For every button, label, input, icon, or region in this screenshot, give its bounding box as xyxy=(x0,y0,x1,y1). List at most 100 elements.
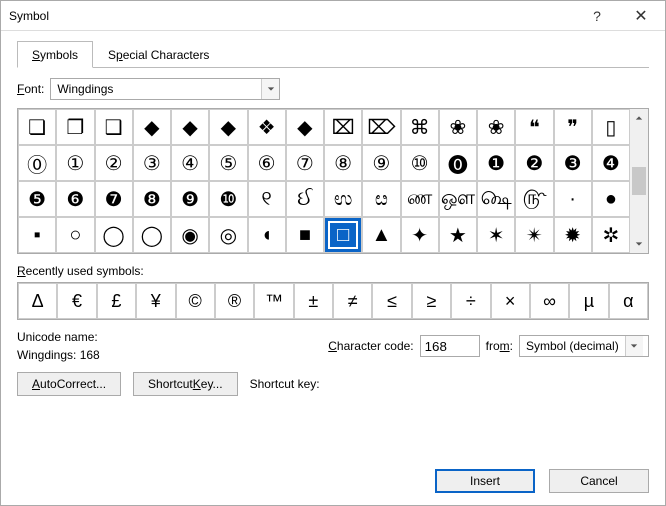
symbol-cell[interactable]: ▯ xyxy=(592,109,630,145)
symbol-cell[interactable]: ୧ xyxy=(248,181,286,217)
symbol-cell[interactable]: ❻ xyxy=(56,181,94,217)
symbol-cell[interactable]: ❼ xyxy=(95,181,133,217)
symbol-cell[interactable]: ❺ xyxy=(18,181,56,217)
recent-symbol-cell[interactable]: ± xyxy=(294,283,333,319)
symbol-cell[interactable]: ❿ xyxy=(209,181,247,217)
recent-symbol-cell[interactable]: © xyxy=(176,283,215,319)
symbol-cell[interactable]: ೞ xyxy=(362,181,400,217)
symbol-cell[interactable]: ○ xyxy=(56,217,94,253)
scroll-track[interactable] xyxy=(630,127,648,235)
scroll-up-icon[interactable] xyxy=(630,109,648,127)
charcode-input[interactable] xyxy=(420,335,480,357)
symbol-cell[interactable]: ① xyxy=(56,145,94,181)
tab-symbols[interactable]: Symbols xyxy=(17,41,93,68)
symbol-cell[interactable]: ◆ xyxy=(209,109,247,145)
symbol-cell[interactable]: ◉ xyxy=(171,217,209,253)
symbol-cell[interactable]: ■ xyxy=(286,217,324,253)
symbol-cell[interactable]: ✲ xyxy=(592,217,630,253)
shortcut-key-button[interactable]: Shortcut Key... xyxy=(133,372,238,396)
symbol-cell[interactable]: ⑤ xyxy=(209,145,247,181)
recent-symbol-cell[interactable]: € xyxy=(57,283,96,319)
symbol-cell[interactable]: ❝ xyxy=(515,109,553,145)
recent-symbol-cell[interactable]: Δ xyxy=(18,283,57,319)
symbol-cell[interactable]: ❑ xyxy=(95,109,133,145)
recent-symbol-cell[interactable]: ≥ xyxy=(412,283,451,319)
symbol-cell[interactable]: ⑩ xyxy=(401,145,439,181)
scroll-down-icon[interactable] xyxy=(630,235,648,253)
symbol-cell[interactable]: ❽ xyxy=(133,181,171,217)
recent-grid[interactable]: Δ€£¥©®™±≠≤≥÷×∞µα xyxy=(18,283,648,319)
symbol-cell[interactable]: ③ xyxy=(133,145,171,181)
recent-symbol-cell[interactable]: ¥ xyxy=(136,283,175,319)
recent-symbol-cell[interactable]: α xyxy=(609,283,648,319)
symbol-cell[interactable]: ◯ xyxy=(133,217,171,253)
symbol-cell[interactable]: ઈ xyxy=(286,181,324,217)
autocorrect-button[interactable]: AutoCorrect... xyxy=(17,372,121,396)
symbol-cell[interactable]: ⓪ xyxy=(18,145,56,181)
symbol-cell[interactable]: ❹ xyxy=(592,145,630,181)
symbol-cell[interactable]: ✦ xyxy=(401,217,439,253)
symbol-dialog: Symbol ? ✕ Symbols Special Characters Fo… xyxy=(0,0,666,506)
recent-symbol-cell[interactable]: µ xyxy=(569,283,608,319)
symbol-cell[interactable]: ❐ xyxy=(56,109,94,145)
recent-symbol-cell[interactable]: ≠ xyxy=(333,283,372,319)
symbol-cell[interactable]: ✶ xyxy=(477,217,515,253)
symbol-cell[interactable]: ⑨ xyxy=(362,145,400,181)
symbol-cell[interactable]: ❸ xyxy=(554,145,592,181)
recent-container: Δ€£¥©®™±≠≤≥÷×∞µα xyxy=(17,282,649,320)
scrollbar[interactable] xyxy=(630,109,648,253)
symbol-cell[interactable]: ④ xyxy=(171,145,209,181)
symbol-cell[interactable]: ⑦ xyxy=(286,145,324,181)
symbol-cell[interactable]: ❀ xyxy=(477,109,515,145)
symbol-cell[interactable]: ⌘ xyxy=(401,109,439,145)
symbol-cell[interactable]: ⓿ xyxy=(439,145,477,181)
symbol-cell[interactable]: ಉ xyxy=(324,181,362,217)
recent-symbol-cell[interactable]: ∞ xyxy=(530,283,569,319)
recent-symbol-cell[interactable]: ≤ xyxy=(372,283,411,319)
symbol-cell[interactable]: ◎ xyxy=(209,217,247,253)
insert-button[interactable]: Insert xyxy=(435,469,535,493)
symbol-cell[interactable]: ● xyxy=(592,181,630,217)
symbol-cell[interactable]: ❶ xyxy=(477,145,515,181)
symbol-grid[interactable]: ❏❐❑◆◆◆❖◆⌧⌦⌘❀❀❝❞▯⓪①②③④⑤⑥⑦⑧⑨⑩⓿❶❷❸❹❺❻❼❽❾❿୧ઈ… xyxy=(18,109,630,253)
symbol-cell[interactable]: ▪ xyxy=(18,217,56,253)
recent-symbol-cell[interactable]: × xyxy=(491,283,530,319)
symbol-cell[interactable]: ◯ xyxy=(95,217,133,253)
symbol-cell[interactable]: · xyxy=(554,181,592,217)
scroll-thumb[interactable] xyxy=(632,167,646,195)
symbol-cell[interactable]: ❞ xyxy=(554,109,592,145)
recent-symbol-cell[interactable]: ® xyxy=(215,283,254,319)
symbol-cell[interactable]: ⌦ xyxy=(362,109,400,145)
recent-symbol-cell[interactable]: £ xyxy=(97,283,136,319)
symbol-cell[interactable]: ⑧ xyxy=(324,145,362,181)
symbol-cell[interactable]: ◆ xyxy=(171,109,209,145)
symbol-cell[interactable]: ✹ xyxy=(554,217,592,253)
symbol-cell[interactable]: ௹ xyxy=(515,181,553,217)
symbol-cell[interactable]: ② xyxy=(95,145,133,181)
tab-special-characters[interactable]: Special Characters xyxy=(93,41,224,68)
symbol-cell[interactable]: ❾ xyxy=(171,181,209,217)
symbol-cell[interactable]: ◆ xyxy=(133,109,171,145)
symbol-cell[interactable]: ❀ xyxy=(439,109,477,145)
symbol-cell[interactable]: ஔ xyxy=(439,181,477,217)
from-select[interactable]: Symbol (decimal) xyxy=(519,335,649,357)
close-button[interactable]: ✕ xyxy=(619,2,663,30)
symbol-cell[interactable]: ❷ xyxy=(515,145,553,181)
help-button[interactable]: ? xyxy=(575,2,619,30)
symbol-cell[interactable]: ண xyxy=(401,181,439,217)
symbol-cell[interactable]: ▲ xyxy=(362,217,400,253)
symbol-cell[interactable]: □ xyxy=(324,217,362,253)
font-select[interactable]: Wingdings xyxy=(50,78,280,100)
symbol-cell[interactable]: ◆ xyxy=(286,109,324,145)
symbol-cell[interactable]: ✴ xyxy=(515,217,553,253)
symbol-cell[interactable]: ❖ xyxy=(248,109,286,145)
recent-symbol-cell[interactable]: ÷ xyxy=(451,283,490,319)
recent-symbol-cell[interactable]: ™ xyxy=(254,283,293,319)
symbol-cell[interactable]: ⌧ xyxy=(324,109,362,145)
symbol-cell[interactable]: ◖ xyxy=(248,217,286,253)
symbol-cell[interactable]: ௸ xyxy=(477,181,515,217)
symbol-cell[interactable]: ⑥ xyxy=(248,145,286,181)
symbol-cell[interactable]: ❏ xyxy=(18,109,56,145)
symbol-cell[interactable]: ★ xyxy=(439,217,477,253)
cancel-button[interactable]: Cancel xyxy=(549,469,649,493)
